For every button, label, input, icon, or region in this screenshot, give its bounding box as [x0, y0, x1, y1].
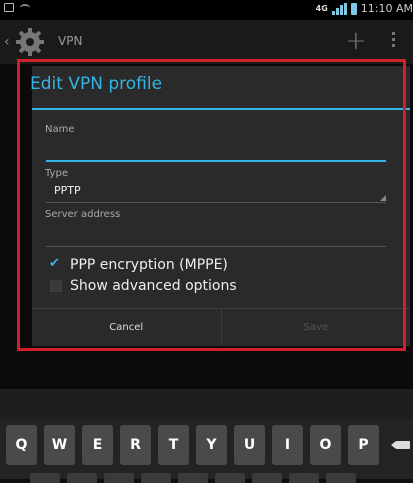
key-t[interactable]: T	[158, 425, 189, 465]
key-u[interactable]: U	[234, 425, 265, 465]
key-w[interactable]: W	[44, 425, 75, 465]
gear-icon[interactable]	[14, 26, 46, 58]
key-r[interactable]: R	[120, 425, 151, 465]
backspace-icon	[391, 441, 410, 449]
keyboard-suggestion-strip	[0, 389, 413, 419]
status-right: 4G 11:10 AM	[316, 2, 413, 15]
wifi-icon	[20, 3, 30, 12]
status-bar: 4G 11:10 AM	[0, 0, 413, 20]
keyboard-row-1: Q W E R T Y U I O P	[6, 425, 413, 465]
keyboard: Q W E R T Y U I O P	[0, 419, 413, 483]
clock: 11:10 AM	[360, 2, 413, 15]
back-chevron-icon[interactable]: ‹	[4, 34, 10, 50]
page-title: VPN	[58, 34, 83, 48]
key-y[interactable]: Y	[196, 425, 227, 465]
key-p[interactable]: P	[348, 425, 379, 465]
backspace-key[interactable]	[386, 425, 413, 465]
overflow-menu-icon[interactable]	[392, 32, 395, 47]
status-left	[4, 3, 30, 12]
action-bar: ‹ VPN +	[0, 20, 413, 64]
battery-icon	[350, 2, 357, 15]
key-q[interactable]: Q	[6, 425, 37, 465]
key-o[interactable]: O	[310, 425, 341, 465]
image-notification-icon	[4, 3, 14, 12]
network-type: 4G	[315, 4, 328, 13]
key-e[interactable]: E	[82, 425, 113, 465]
add-vpn-button[interactable]: +	[345, 26, 367, 56]
highlight-box	[17, 59, 406, 351]
key-i[interactable]: I	[272, 425, 303, 465]
keyboard-row-2-partial	[30, 473, 356, 483]
signal-icon	[331, 2, 347, 15]
